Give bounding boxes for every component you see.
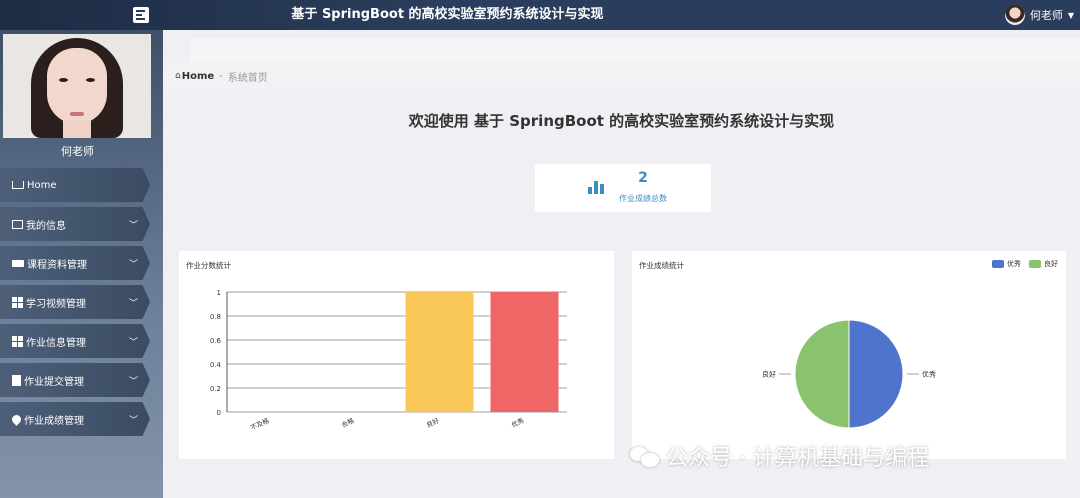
sidebar-item-label: 学习视频管理 — [26, 298, 86, 310]
sidebar-username: 何老师 — [61, 145, 94, 158]
id-card-icon — [12, 219, 23, 229]
sidebar-item-label: 课程资料管理 — [27, 259, 87, 271]
stat-value: 2 — [638, 170, 648, 186]
pie-slice — [794, 319, 850, 429]
breadcrumb-current: 系统首页 — [227, 72, 268, 84]
y-tick-label: 1 — [217, 289, 221, 297]
stat-card: 2 作业成绩总数 — [535, 164, 711, 212]
watermark: 公众号 · 计算机基础与编程 — [630, 440, 929, 472]
chevron-down-icon: ﹀ — [128, 221, 138, 231]
map-pin-icon — [10, 412, 23, 426]
caret-down-icon: ▼ — [1067, 10, 1074, 20]
x-tick-label: 合格 — [340, 415, 356, 429]
grid-icon — [12, 296, 23, 308]
sidebar-item-home[interactable]: Home — [0, 168, 150, 202]
clipboard-icon — [12, 374, 21, 386]
x-tick-label: 优秀 — [510, 415, 526, 429]
avatar — [1004, 5, 1025, 25]
y-tick-label: 0.4 — [210, 361, 222, 369]
grid-icon — [12, 335, 23, 347]
home-icon: ⌂ — [175, 71, 181, 81]
sidebar-item-label: 作业提交管理 — [24, 376, 84, 388]
sidebar-item-label: 作业信息管理 — [26, 337, 86, 349]
stat-label: 作业成绩总数 — [619, 194, 667, 203]
sidebar-item-label: 作业成绩管理 — [24, 415, 84, 427]
pie-slice-label: 优秀 — [922, 370, 936, 379]
wechat-icon — [630, 445, 660, 467]
bar-chart-panel: 作业分数统计 0 0.2 0.4 0.6 0.8 1 不及格 合格 良好 优秀 — [179, 251, 614, 459]
y-tick-label: 0.6 — [210, 337, 222, 345]
bar — [405, 292, 474, 412]
sidebar-nav: Home 我的信息 ﹀ 课程资料管理 ﹀ 学习视频管理 ﹀ 作业信息管理 ﹀ 作… — [0, 168, 152, 441]
chevron-down-icon: ﹀ — [128, 338, 138, 348]
sidebar-item-my-info[interactable]: 我的信息 ﹀ — [0, 207, 150, 241]
bar — [490, 292, 559, 412]
home-icon — [12, 181, 24, 189]
y-tick-label: 0.8 — [210, 313, 221, 321]
sidebar-item-homework-submit[interactable]: 作业提交管理 ﹀ — [0, 363, 150, 397]
user-menu[interactable]: 何老师 ▼ — [1004, 5, 1074, 25]
ticket-icon — [12, 259, 24, 267]
breadcrumb-home[interactable]: Home — [182, 71, 214, 82]
user-name: 何老师 — [1029, 9, 1063, 22]
y-tick-label: 0.2 — [210, 385, 221, 393]
pie-slice-label: 良好 — [762, 370, 776, 379]
chevron-down-icon: ﹀ — [128, 299, 138, 309]
tab-strip — [190, 38, 1080, 62]
sidebar: 何老师 Home 我的信息 ﹀ 课程资料管理 ﹀ 学习视频管理 ﹀ 作业信息管理… — [0, 30, 163, 498]
breadcrumb: ⌂ Home - 系统首页 — [163, 62, 1080, 90]
top-bar: 基于 SpringBoot 的高校实验室预约系统设计与实现 何老师 ▼ — [0, 0, 1080, 30]
bar-chart: 0 0.2 0.4 0.6 0.8 1 不及格 合格 良好 优秀 — [210, 289, 567, 432]
watermark-text: 公众号 · 计算机基础与编程 — [666, 446, 929, 471]
bar-chart-icon — [588, 181, 604, 194]
pie-chart-panel: 作业成绩统计 优秀 良好 优秀 良好 — [632, 251, 1066, 459]
pie-slice — [848, 319, 904, 429]
x-tick-label: 不及格 — [249, 415, 271, 432]
sidebar-item-label: 我的信息 — [26, 220, 66, 232]
y-tick-label: 0 — [217, 409, 221, 417]
user-photo — [3, 34, 151, 138]
page-title: 欢迎使用 基于 SpringBoot 的高校实验室预约系统设计与实现 — [408, 112, 835, 130]
sidebar-item-course-materials[interactable]: 课程资料管理 ﹀ — [0, 246, 150, 280]
sidebar-item-homework-grades[interactable]: 作业成绩管理 ﹀ — [0, 402, 150, 436]
app-title: 基于 SpringBoot 的高校实验室预约系统设计与实现 — [291, 7, 604, 22]
chevron-down-icon: ﹀ — [128, 416, 138, 426]
breadcrumb-separator: - — [219, 70, 223, 82]
sidebar-item-homework-info[interactable]: 作业信息管理 ﹀ — [0, 324, 150, 358]
pie-chart: 优秀 良好 — [762, 319, 936, 429]
sidebar-item-label: Home — [27, 179, 57, 191]
chevron-down-icon: ﹀ — [128, 377, 138, 387]
sidebar-item-videos[interactable]: 学习视频管理 ﹀ — [0, 285, 150, 319]
x-tick-label: 良好 — [425, 415, 441, 429]
chevron-down-icon: ﹀ — [128, 260, 138, 270]
